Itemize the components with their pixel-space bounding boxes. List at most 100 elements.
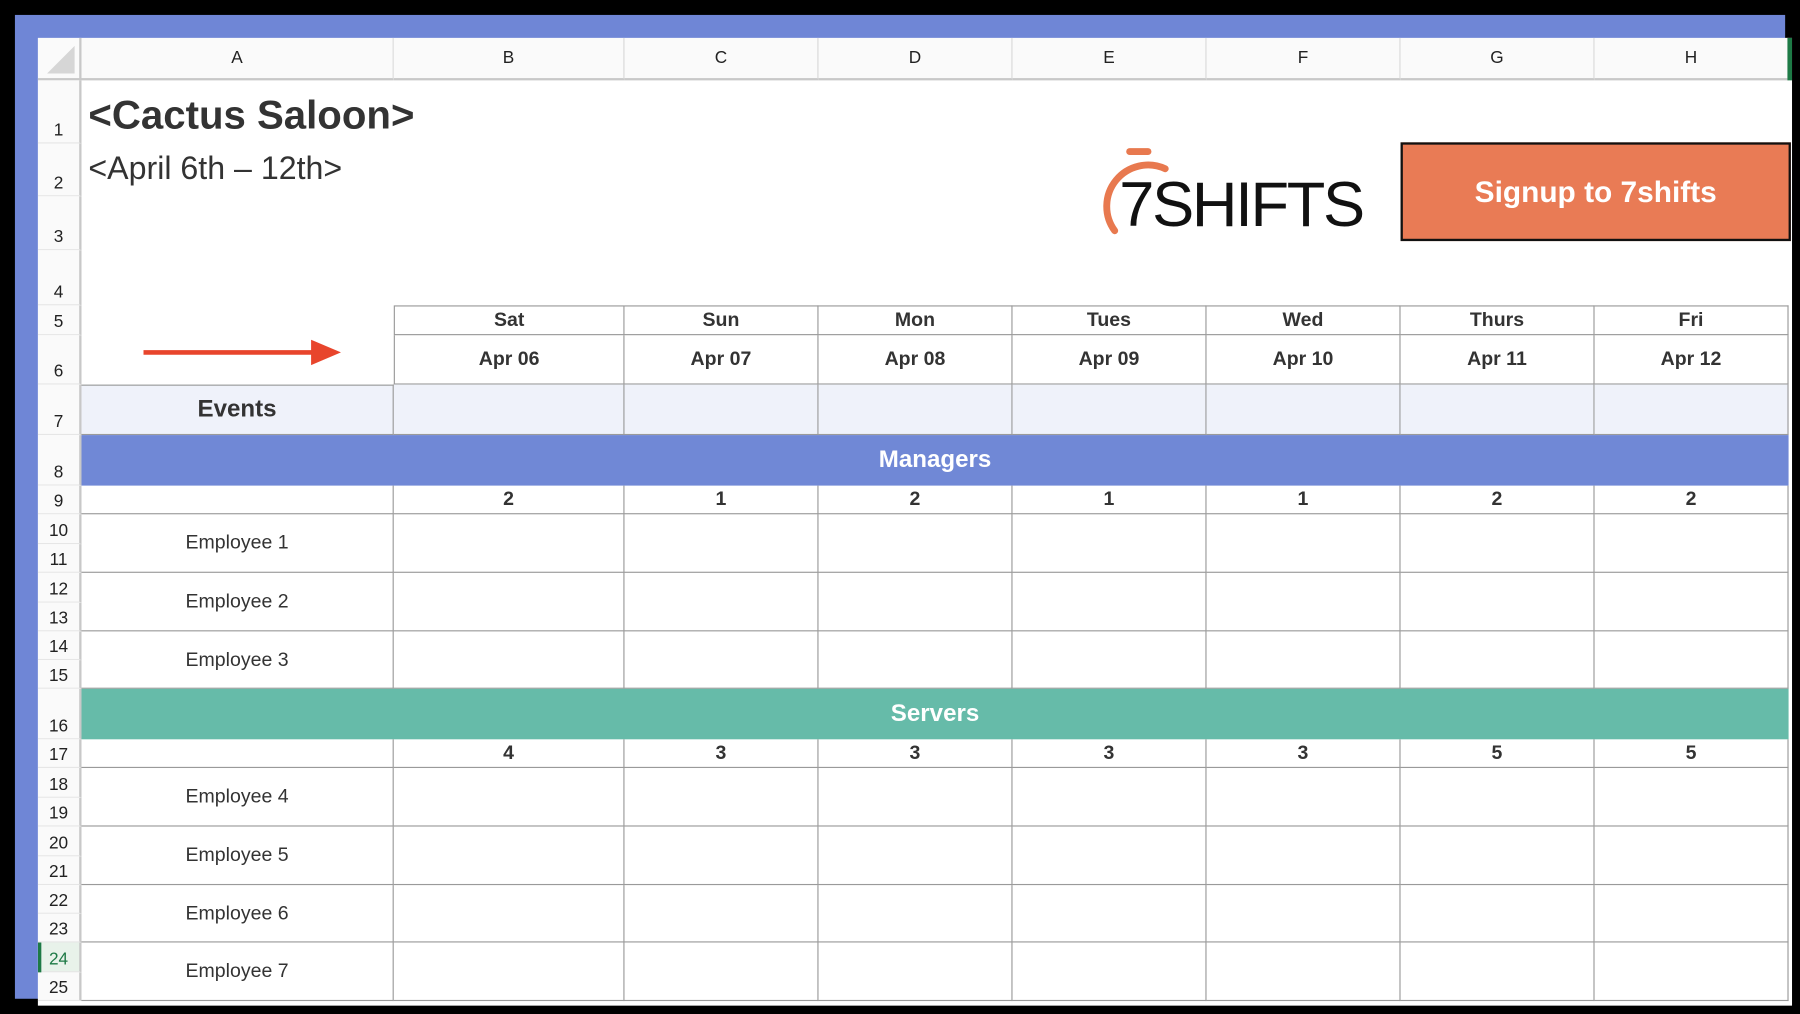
shift-cell[interactable] — [1400, 572, 1595, 632]
signup-button[interactable]: Signup to 7shifts — [1400, 142, 1791, 242]
row-header-22[interactable]: 22 — [37, 885, 82, 914]
row-header-7[interactable]: 7 — [37, 384, 82, 436]
shift-cell[interactable] — [393, 572, 625, 632]
row-header-19[interactable]: 19 — [37, 797, 82, 827]
count-label-cell[interactable] — [81, 739, 394, 769]
shift-cell[interactable] — [1594, 631, 1789, 689]
events-cell[interactable] — [1206, 384, 1401, 436]
shift-cell[interactable] — [1012, 572, 1207, 632]
shift-cell[interactable] — [1400, 631, 1595, 689]
staff-count[interactable]: 3 — [818, 739, 1013, 769]
employee-name[interactable]: Employee 4 — [81, 768, 394, 827]
staff-count[interactable]: 1 — [624, 485, 819, 515]
row-header-6[interactable]: 6 — [37, 335, 82, 385]
row-header-2[interactable]: 2 — [37, 143, 82, 197]
employee-name[interactable]: Employee 6 — [81, 885, 394, 943]
staff-count[interactable]: 5 — [1400, 739, 1595, 769]
shift-cell[interactable] — [393, 942, 625, 1002]
shift-cell[interactable] — [818, 631, 1013, 689]
shift-cell[interactable] — [1206, 768, 1401, 827]
employee-name[interactable]: Employee 5 — [81, 826, 394, 886]
shift-cell[interactable] — [393, 885, 625, 943]
row-header-9[interactable]: 9 — [37, 485, 82, 515]
shift-cell[interactable] — [624, 768, 819, 827]
row-header-23[interactable]: 23 — [37, 913, 82, 943]
staff-count[interactable]: 2 — [818, 485, 1013, 515]
events-cell[interactable] — [1012, 384, 1207, 436]
staff-count[interactable]: 3 — [624, 739, 819, 769]
count-label-cell[interactable] — [81, 485, 394, 515]
shift-cell[interactable] — [1012, 942, 1207, 1002]
staff-count[interactable]: 3 — [1012, 739, 1207, 769]
shift-cell[interactable] — [624, 942, 819, 1002]
employee-name[interactable]: Employee 1 — [81, 514, 394, 573]
column-header-f[interactable]: F — [1206, 37, 1401, 81]
shift-cell[interactable] — [1400, 514, 1595, 573]
row-header-12[interactable]: 12 — [37, 572, 82, 603]
staff-count[interactable]: 3 — [1206, 739, 1401, 769]
shift-cell[interactable] — [1400, 885, 1595, 943]
shift-cell[interactable] — [1594, 826, 1789, 886]
row-header-18[interactable]: 18 — [37, 768, 82, 798]
shift-cell[interactable] — [1594, 885, 1789, 943]
column-header-d[interactable]: D — [818, 37, 1013, 81]
staff-count[interactable]: 1 — [1012, 485, 1207, 515]
select-all-corner[interactable] — [37, 37, 82, 81]
column-header-b[interactable]: B — [393, 37, 625, 81]
row-header-24[interactable]: 24 — [37, 942, 82, 973]
row-header-20[interactable]: 20 — [37, 826, 82, 857]
shift-cell[interactable] — [1400, 826, 1595, 886]
shift-cell[interactable] — [1206, 514, 1401, 573]
column-header-a[interactable]: A — [81, 37, 394, 81]
row-header-5[interactable]: 5 — [37, 305, 82, 336]
staff-count[interactable]: 2 — [393, 485, 625, 515]
shift-cell[interactable] — [393, 631, 625, 689]
employee-name[interactable]: Employee 7 — [81, 942, 394, 1002]
shift-cell[interactable] — [818, 885, 1013, 943]
shift-cell[interactable] — [1594, 768, 1789, 827]
staff-count[interactable]: 5 — [1594, 739, 1789, 769]
employee-name[interactable]: Employee 2 — [81, 572, 394, 632]
column-header-g[interactable]: G — [1400, 37, 1595, 81]
shift-cell[interactable] — [624, 514, 819, 573]
shift-cell[interactable] — [1594, 942, 1789, 1002]
events-cell[interactable] — [1594, 384, 1789, 436]
shift-cell[interactable] — [818, 942, 1013, 1002]
shift-cell[interactable] — [1206, 572, 1401, 632]
shift-cell[interactable] — [1400, 768, 1595, 827]
shift-cell[interactable] — [1012, 826, 1207, 886]
row-header-8[interactable]: 8 — [37, 435, 82, 486]
column-header-h[interactable]: H — [1594, 37, 1789, 81]
column-header-e[interactable]: E — [1012, 37, 1207, 81]
row-header-1[interactable]: 1 — [37, 80, 82, 144]
shift-cell[interactable] — [1206, 826, 1401, 886]
shift-cell[interactable] — [624, 885, 819, 943]
row-header-14[interactable]: 14 — [37, 631, 82, 661]
shift-cell[interactable] — [1400, 942, 1595, 1002]
row-header-4[interactable]: 4 — [37, 250, 82, 306]
shift-cell[interactable] — [393, 826, 625, 886]
shift-cell[interactable] — [818, 514, 1013, 573]
row-header-25[interactable]: 25 — [37, 972, 82, 1002]
column-header-c[interactable]: C — [624, 37, 819, 81]
shift-cell[interactable] — [624, 631, 819, 689]
events-cell[interactable] — [624, 384, 819, 436]
shift-cell[interactable] — [1206, 885, 1401, 943]
shift-cell[interactable] — [1206, 942, 1401, 1002]
row-header-15[interactable]: 15 — [37, 660, 82, 689]
shift-cell[interactable] — [393, 768, 625, 827]
shift-cell[interactable] — [818, 572, 1013, 632]
shift-cell[interactable] — [624, 826, 819, 886]
shift-cell[interactable] — [1206, 631, 1401, 689]
shift-cell[interactable] — [624, 572, 819, 632]
shift-cell[interactable] — [1012, 514, 1207, 573]
row-header-11[interactable]: 11 — [37, 544, 82, 573]
events-cell[interactable] — [393, 384, 625, 436]
row-header-10[interactable]: 10 — [37, 514, 82, 545]
staff-count[interactable]: 1 — [1206, 485, 1401, 515]
shift-cell[interactable] — [818, 768, 1013, 827]
shift-cell[interactable] — [1594, 514, 1789, 573]
row-header-13[interactable]: 13 — [37, 602, 82, 632]
staff-count[interactable]: 4 — [393, 739, 625, 769]
events-cell[interactable] — [1400, 384, 1595, 436]
